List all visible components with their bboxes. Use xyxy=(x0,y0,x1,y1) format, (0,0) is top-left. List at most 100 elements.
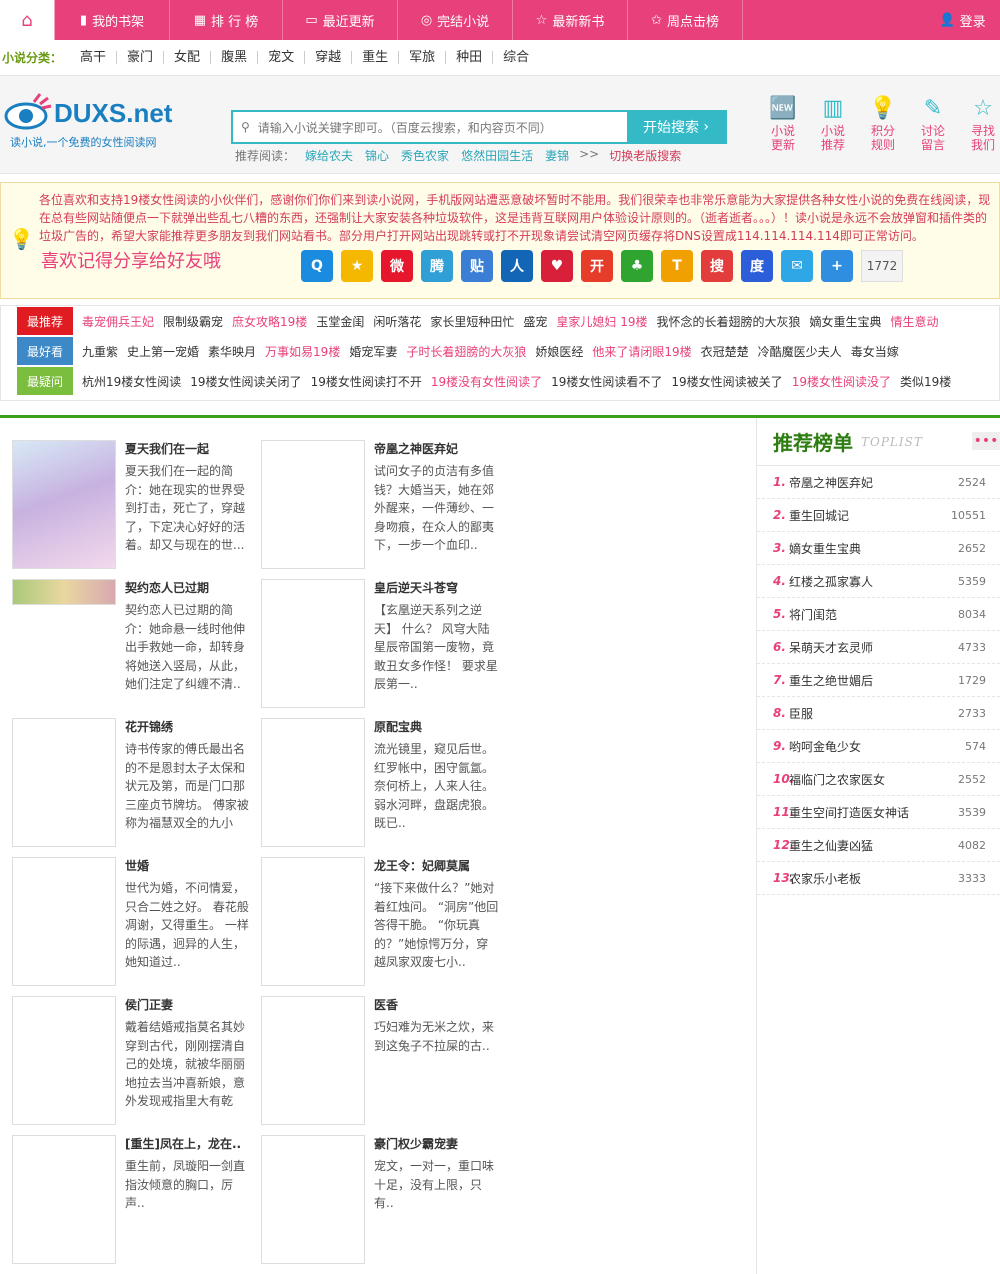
rank-title[interactable]: 重生之仙妻凶猛 xyxy=(789,837,958,854)
tag-link[interactable]: 19楼女性阅读没了 xyxy=(792,373,891,390)
ranking-item[interactable]: 5. 将门闺范 8034 xyxy=(757,598,1000,631)
tag-link[interactable]: 家长里短种田忙 xyxy=(430,313,514,330)
book-cover[interactable] xyxy=(12,718,116,847)
book-title[interactable]: 帝凰之神医弃妃 xyxy=(374,440,500,462)
tag-link[interactable]: 玉堂金闺 xyxy=(316,313,364,330)
tag-link[interactable]: 我怀念的长着翅膀的大灰狼 xyxy=(656,313,800,330)
clover-icon[interactable]: ♣ xyxy=(621,250,653,282)
rank-title[interactable]: 农家乐小老板 xyxy=(789,870,958,887)
book-cover[interactable] xyxy=(261,718,365,847)
rank-title[interactable]: 嫡女重生宝典 xyxy=(789,540,958,557)
hot-link[interactable]: 嫁给农夫 xyxy=(305,147,353,164)
book-title[interactable]: 医香 xyxy=(374,996,500,1018)
category-link[interactable]: 女配 xyxy=(164,51,212,64)
category-link[interactable]: 腹黑 xyxy=(211,51,259,64)
renren-icon[interactable]: 人 xyxy=(501,250,533,282)
quick-link[interactable]: 🆕 小说更新 xyxy=(769,94,796,153)
nav-item[interactable]: ▮ 我的书架 xyxy=(55,0,170,40)
quick-link[interactable]: ☆ 寻找我们 xyxy=(970,94,996,153)
book-cover[interactable] xyxy=(261,579,365,708)
ranking-item[interactable]: 12. 重生之仙妻凶猛 4082 xyxy=(757,829,1000,862)
ranking-item[interactable]: 1. 帝凰之神医弃妃 2524 xyxy=(757,466,1000,499)
tag-link[interactable]: 杭州19楼女性阅读 xyxy=(82,373,181,390)
rank-title[interactable]: 重生回城记 xyxy=(789,507,951,524)
tag-link[interactable]: 皇家儿媳妇 19楼 xyxy=(556,313,647,330)
sohu-icon[interactable]: 搜 xyxy=(701,250,733,282)
book-card[interactable]: [重生]凤在上，龙在.. 重生前，凤璇阳一剑直指汝倾意的胸口，厉声.. xyxy=(12,1135,261,1274)
quick-link[interactable]: 💡 积分规则 xyxy=(869,94,896,153)
ranking-item[interactable]: 8. 臣服 2733 xyxy=(757,697,1000,730)
book-cover[interactable] xyxy=(261,440,365,569)
nav-item[interactable]: ✩ 周点击榜 xyxy=(628,0,743,40)
qq-icon[interactable]: Q xyxy=(301,250,333,282)
login-button[interactable]: 👤 登录 xyxy=(925,0,1000,40)
ranking-item[interactable]: 3. 嫡女重生宝典 2652 xyxy=(757,532,1000,565)
tag-link[interactable]: 19楼女性阅读关闭了 xyxy=(190,373,301,390)
rank-title[interactable]: 臣服 xyxy=(789,705,958,722)
tag-link[interactable]: 冷酷魔医少夫人 xyxy=(758,343,842,360)
ranking-item[interactable]: 2. 重生回城记 10551 xyxy=(757,499,1000,532)
quick-link[interactable]: ✎ 讨论留言 xyxy=(920,94,946,153)
rank-title[interactable]: 福临门之农家医女 xyxy=(789,771,958,788)
tag-link[interactable]: 子时长着翅膀的大灰狼 xyxy=(406,343,526,360)
book-title[interactable]: 夏天我们在一起 xyxy=(125,440,251,462)
tag-link[interactable]: 万事如易19楼 xyxy=(265,343,340,360)
ranking-item[interactable]: 7. 重生之绝世媚后 1729 xyxy=(757,664,1000,697)
quick-link[interactable]: ▥ 小说推荐 xyxy=(820,94,846,153)
category-link[interactable]: 军旅 xyxy=(399,51,447,64)
tag-link[interactable]: 毒女当嫁 xyxy=(851,343,899,360)
tag-link[interactable]: 限制级霸宠 xyxy=(163,313,223,330)
tag-link[interactable]: 婚宠军妻 xyxy=(349,343,397,360)
book-title[interactable]: 皇后逆天斗苍穹 xyxy=(374,579,500,601)
heart-icon[interactable]: ♥ xyxy=(541,250,573,282)
book-card[interactable]: 夏天我们在一起 夏天我们在一起的简介：她在现实的世界受到打击，死亡了，穿越了，下定… xyxy=(12,440,261,579)
book-cover[interactable] xyxy=(12,579,116,605)
ranking-item[interactable]: 11. 重生空间打造医女神话 3539 xyxy=(757,796,1000,829)
rank-title[interactable]: 哟呵金龟少女 xyxy=(789,738,965,755)
book-title[interactable]: 侯门正妻 xyxy=(125,996,251,1018)
book-title[interactable]: 原配宝典 xyxy=(374,718,500,740)
rank-title[interactable]: 重生空间打造医女神话 xyxy=(789,804,958,821)
category-link[interactable]: 重生 xyxy=(352,51,400,64)
rank-title[interactable]: 帝凰之神医弃妃 xyxy=(789,474,958,491)
rank-title[interactable]: 重生之绝世媚后 xyxy=(789,672,958,689)
book-cover[interactable] xyxy=(261,996,365,1125)
book-cover[interactable] xyxy=(261,1135,365,1264)
search-input[interactable]: ⚲ 请输入小说关键字即可。（百度云搜索，和内容页不同） xyxy=(233,112,627,142)
tianya-icon[interactable]: T xyxy=(661,250,693,282)
tag-link[interactable]: 庶女攻略19楼 xyxy=(232,313,307,330)
tag-link[interactable]: 19楼女性阅读打不开 xyxy=(311,373,422,390)
tag-link[interactable]: 19楼没有女性阅读了 xyxy=(431,373,542,390)
book-card[interactable]: 花开锦绣 诗书传家的傅氏最出名的不是恩封太子太保和状元及第，而是门口那三座贞节牌坊… xyxy=(12,718,261,857)
nav-item[interactable]: ◎ 完结小说 xyxy=(398,0,513,40)
weibo-icon[interactable]: 微 xyxy=(381,250,413,282)
hot-link[interactable]: 悠然田园生活 xyxy=(461,147,533,164)
nav-item[interactable]: ☆ 最新新书 xyxy=(513,0,628,40)
tag-link[interactable]: 史上第一宠婚 xyxy=(127,343,199,360)
ranking-item[interactable]: 4. 红楼之孤家寡人 5359 xyxy=(757,565,1000,598)
tag-link[interactable]: 他来了请闭眼19楼 xyxy=(592,343,691,360)
book-card[interactable]: 契约恋人已过期 契约恋人已过期的简介：她命悬一线时他伸出手救她一命，却转身将她送入… xyxy=(12,579,261,718)
book-cover[interactable] xyxy=(261,857,365,986)
search-button[interactable]: 开始搜索 › xyxy=(627,112,725,142)
more-button[interactable]: ••• xyxy=(972,432,1000,450)
book-title[interactable]: 豪门权少霸宠妻 xyxy=(374,1135,500,1157)
tag-link[interactable]: 19楼女性阅读看不了 xyxy=(551,373,662,390)
tag-link[interactable]: 九重紫 xyxy=(82,343,118,360)
kaixin-icon[interactable]: 开 xyxy=(581,250,613,282)
book-card[interactable]: 豪门权少霸宠妻 宠文，一对一，重口味十足，没有上限，只有.. xyxy=(261,1135,510,1274)
book-title[interactable]: 龙王令：妃卿莫属 xyxy=(374,857,500,879)
category-link[interactable]: 种田 xyxy=(446,51,494,64)
book-title[interactable]: 花开锦绣 xyxy=(125,718,251,740)
tqq-icon[interactable]: 腾 xyxy=(421,250,453,282)
ranking-item[interactable]: 13. 农家乐小老板 3333 xyxy=(757,862,1000,895)
tag-link[interactable]: 娇娘医经 xyxy=(535,343,583,360)
hot-link[interactable]: 锦心 xyxy=(365,147,389,164)
site-logo[interactable]: DUXS.net 读小说,一个免费的女性阅读网 xyxy=(4,92,204,149)
baidu-icon[interactable]: 度 xyxy=(741,250,773,282)
tag-link[interactable]: 衣冠楚楚 xyxy=(701,343,749,360)
tieba-icon[interactable]: 贴 xyxy=(461,250,493,282)
book-title[interactable]: 契约恋人已过期 xyxy=(125,579,251,601)
category-link[interactable]: 豪门 xyxy=(117,51,165,64)
book-cover[interactable] xyxy=(12,996,116,1125)
